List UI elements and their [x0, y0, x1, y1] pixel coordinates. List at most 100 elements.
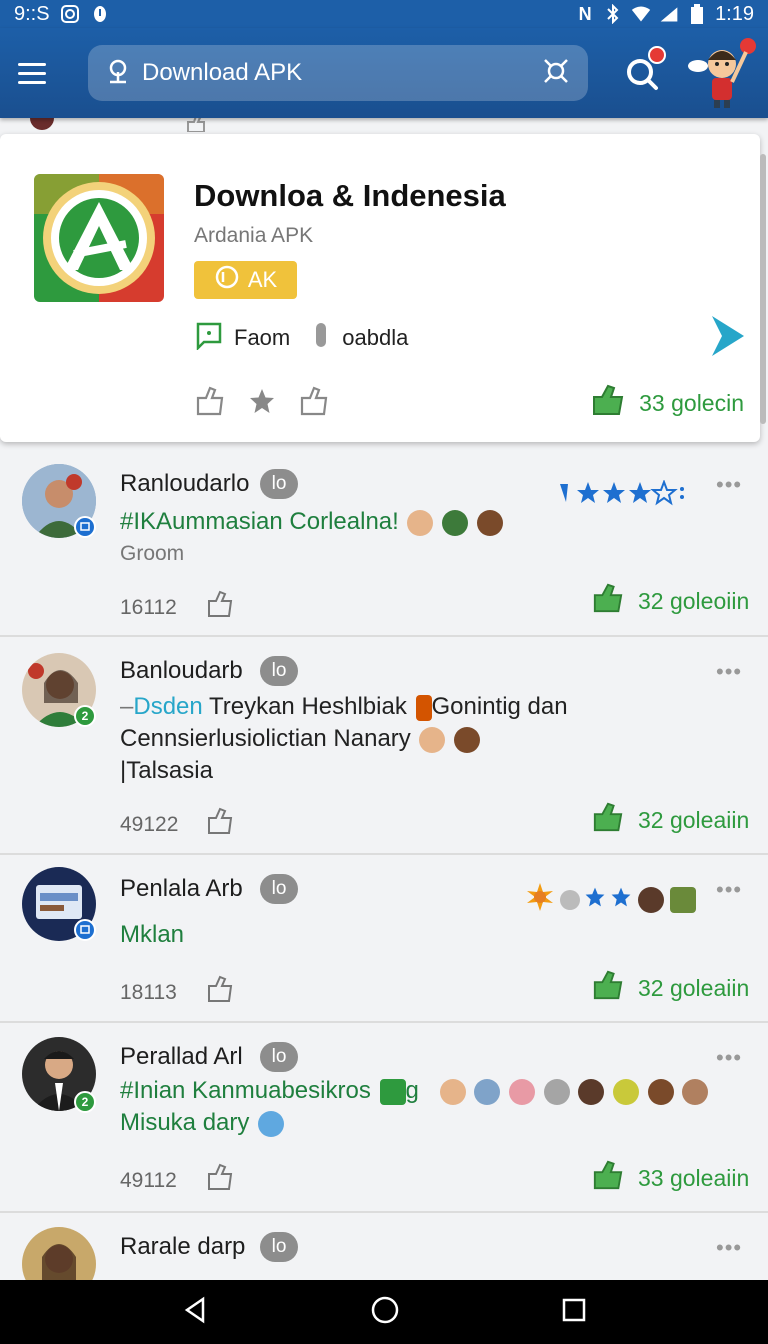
- post-hashtag[interactable]: Mklan: [120, 921, 184, 948]
- level-badge: lo: [260, 1042, 298, 1072]
- avatar-badge: [74, 919, 96, 941]
- like-group[interactable]: 32 goleoiin: [592, 582, 749, 620]
- post-author[interactable]: Ranloudarlo: [120, 470, 249, 498]
- search-button[interactable]: [620, 46, 666, 94]
- like-count: 32 goleaiin: [638, 806, 750, 833]
- post-item[interactable]: Penlala Arb lo ••• Mklan 18113 32 goleai…: [0, 855, 768, 1023]
- post-hashtag[interactable]: #Inian Kanmuabesikros: [120, 1077, 371, 1104]
- app-bar: [0, 28, 768, 118]
- emoji-icon: [379, 1078, 406, 1105]
- finger-icon: [312, 321, 332, 355]
- mascot-avatar-icon[interactable]: [686, 36, 760, 110]
- thumbs-up-icon[interactable]: [206, 975, 234, 1003]
- menu-icon: [18, 62, 46, 66]
- app-badge[interactable]: AK: [194, 261, 297, 299]
- home-icon[interactable]: [370, 1295, 400, 1330]
- emoji-icon: [407, 509, 434, 536]
- emoji-icon: [638, 886, 664, 913]
- status-bar: 9::S N 1:19: [0, 0, 768, 28]
- level-badge: lo: [260, 469, 298, 499]
- search-bar[interactable]: [88, 45, 588, 101]
- avatar-badge: 2: [74, 1091, 96, 1113]
- more-options-icon[interactable]: •••: [716, 659, 742, 685]
- rating-stars: [556, 480, 686, 506]
- card-like-count: 33 golecin: [639, 389, 744, 416]
- card-like-group[interactable]: 33 golecin: [591, 384, 744, 422]
- play-store-icon[interactable]: [708, 314, 748, 358]
- avatar-badge: [74, 516, 96, 538]
- nfc-icon: N: [578, 3, 592, 24]
- battery-icon: [687, 4, 707, 24]
- more-options-icon[interactable]: •••: [716, 472, 742, 498]
- post-text-line3: |Talsasia: [120, 757, 213, 784]
- thumbs-up-icon[interactable]: [194, 386, 226, 421]
- back-icon[interactable]: [181, 1296, 209, 1329]
- app-subtitle: Ardania APK: [194, 224, 314, 247]
- post-text-line1: Treykan Heshlbiak: [202, 693, 407, 720]
- system-nav-bar: [0, 1280, 768, 1344]
- emoji-icon: [612, 1078, 639, 1105]
- search-input[interactable]: [142, 59, 542, 87]
- reaction-icons: [526, 883, 696, 916]
- post-author[interactable]: Rarale darp: [120, 1233, 245, 1261]
- more-options-icon[interactable]: •••: [716, 1045, 742, 1071]
- scrollbar[interactable]: [760, 154, 766, 424]
- emoji-icon: [442, 509, 469, 536]
- post-count: 49112: [120, 1169, 177, 1192]
- app-meta-row: Faom oabdla: [194, 320, 408, 356]
- like-count: 32 goleoiin: [638, 587, 750, 614]
- green-thumbs-up-icon: [592, 801, 624, 839]
- wifi-icon: [631, 4, 651, 24]
- post-text-line2: Cennsierlusiolictian Nanary: [120, 725, 411, 752]
- search-icon: [106, 58, 130, 89]
- post-author[interactable]: Perallad Arl: [120, 1043, 243, 1071]
- post-text-line2: Misuka dary: [120, 1109, 250, 1136]
- menu-button[interactable]: [18, 53, 58, 93]
- post-link[interactable]: Dsden: [133, 693, 202, 720]
- app-badge-label: AK: [247, 267, 278, 292]
- instagram-icon: [60, 4, 80, 24]
- scrolled-content-peek: [30, 114, 208, 136]
- emoji-icon: [419, 726, 446, 753]
- post-text: #IKAummasian Corlealna!: [120, 506, 503, 538]
- status-time-left: 9::S: [14, 2, 50, 25]
- post-text-line1b: Gonintig dan: [431, 693, 568, 720]
- emoji-icon: [258, 1110, 285, 1137]
- notification-dot-icon: [90, 4, 110, 24]
- signal-icon: [659, 4, 679, 24]
- post-hashtag[interactable]: #IKAummasian Corlealna!: [120, 508, 399, 535]
- star-icon: [584, 886, 606, 913]
- more-options-icon[interactable]: •••: [716, 877, 742, 903]
- green-thumbs-up-icon: [592, 1159, 624, 1197]
- star-icon[interactable]: [248, 387, 276, 420]
- emoji-icon: [543, 1078, 570, 1105]
- app-detail-card[interactable]: Downloa & Indenesia Ardania APK AK Faom …: [0, 134, 766, 442]
- like-group[interactable]: 33 goleaiin: [592, 1159, 749, 1197]
- recents-icon[interactable]: [561, 1297, 587, 1328]
- thumbs-up-icon[interactable]: [206, 807, 234, 835]
- scan-icon[interactable]: [542, 57, 570, 90]
- green-thumbs-up-icon: [592, 969, 624, 1007]
- post-count: 49122: [120, 813, 179, 836]
- like-group[interactable]: 32 goleaiin: [592, 801, 749, 839]
- level-badge: lo: [260, 656, 298, 686]
- post-item[interactable]: 2 Perallad Arl lo ••• #Inian Kanmuabesik…: [0, 1023, 768, 1213]
- like-group[interactable]: 32 goleaiin: [592, 969, 749, 1007]
- emoji-icon: [474, 1078, 501, 1105]
- post-author[interactable]: Penlala Arb: [120, 875, 243, 903]
- post-author[interactable]: Banloudarb: [120, 657, 243, 685]
- thumbs-up-peek-icon: [184, 114, 208, 136]
- app-meta-b: oabdla: [342, 325, 409, 350]
- post-item[interactable]: 2 Banloudarb lo ••• –Dsden Treykan Heshl…: [0, 637, 768, 855]
- like-count: 32 goleaiin: [638, 974, 750, 1001]
- thumbs-up-icon[interactable]: [298, 386, 330, 421]
- green-thumbs-up-icon: [592, 582, 624, 620]
- post-item[interactable]: Ranloudarlo lo ••• #IKAummasian Corlealn…: [0, 450, 768, 637]
- post-count: 18113: [120, 981, 177, 1004]
- thumbs-up-icon[interactable]: [206, 1163, 234, 1191]
- thumbs-up-icon[interactable]: [206, 590, 234, 618]
- emoji-icon: [670, 886, 696, 913]
- more-options-icon[interactable]: •••: [716, 1235, 742, 1261]
- chat-bubble-icon: [194, 320, 224, 356]
- emoji-icon: [476, 509, 503, 536]
